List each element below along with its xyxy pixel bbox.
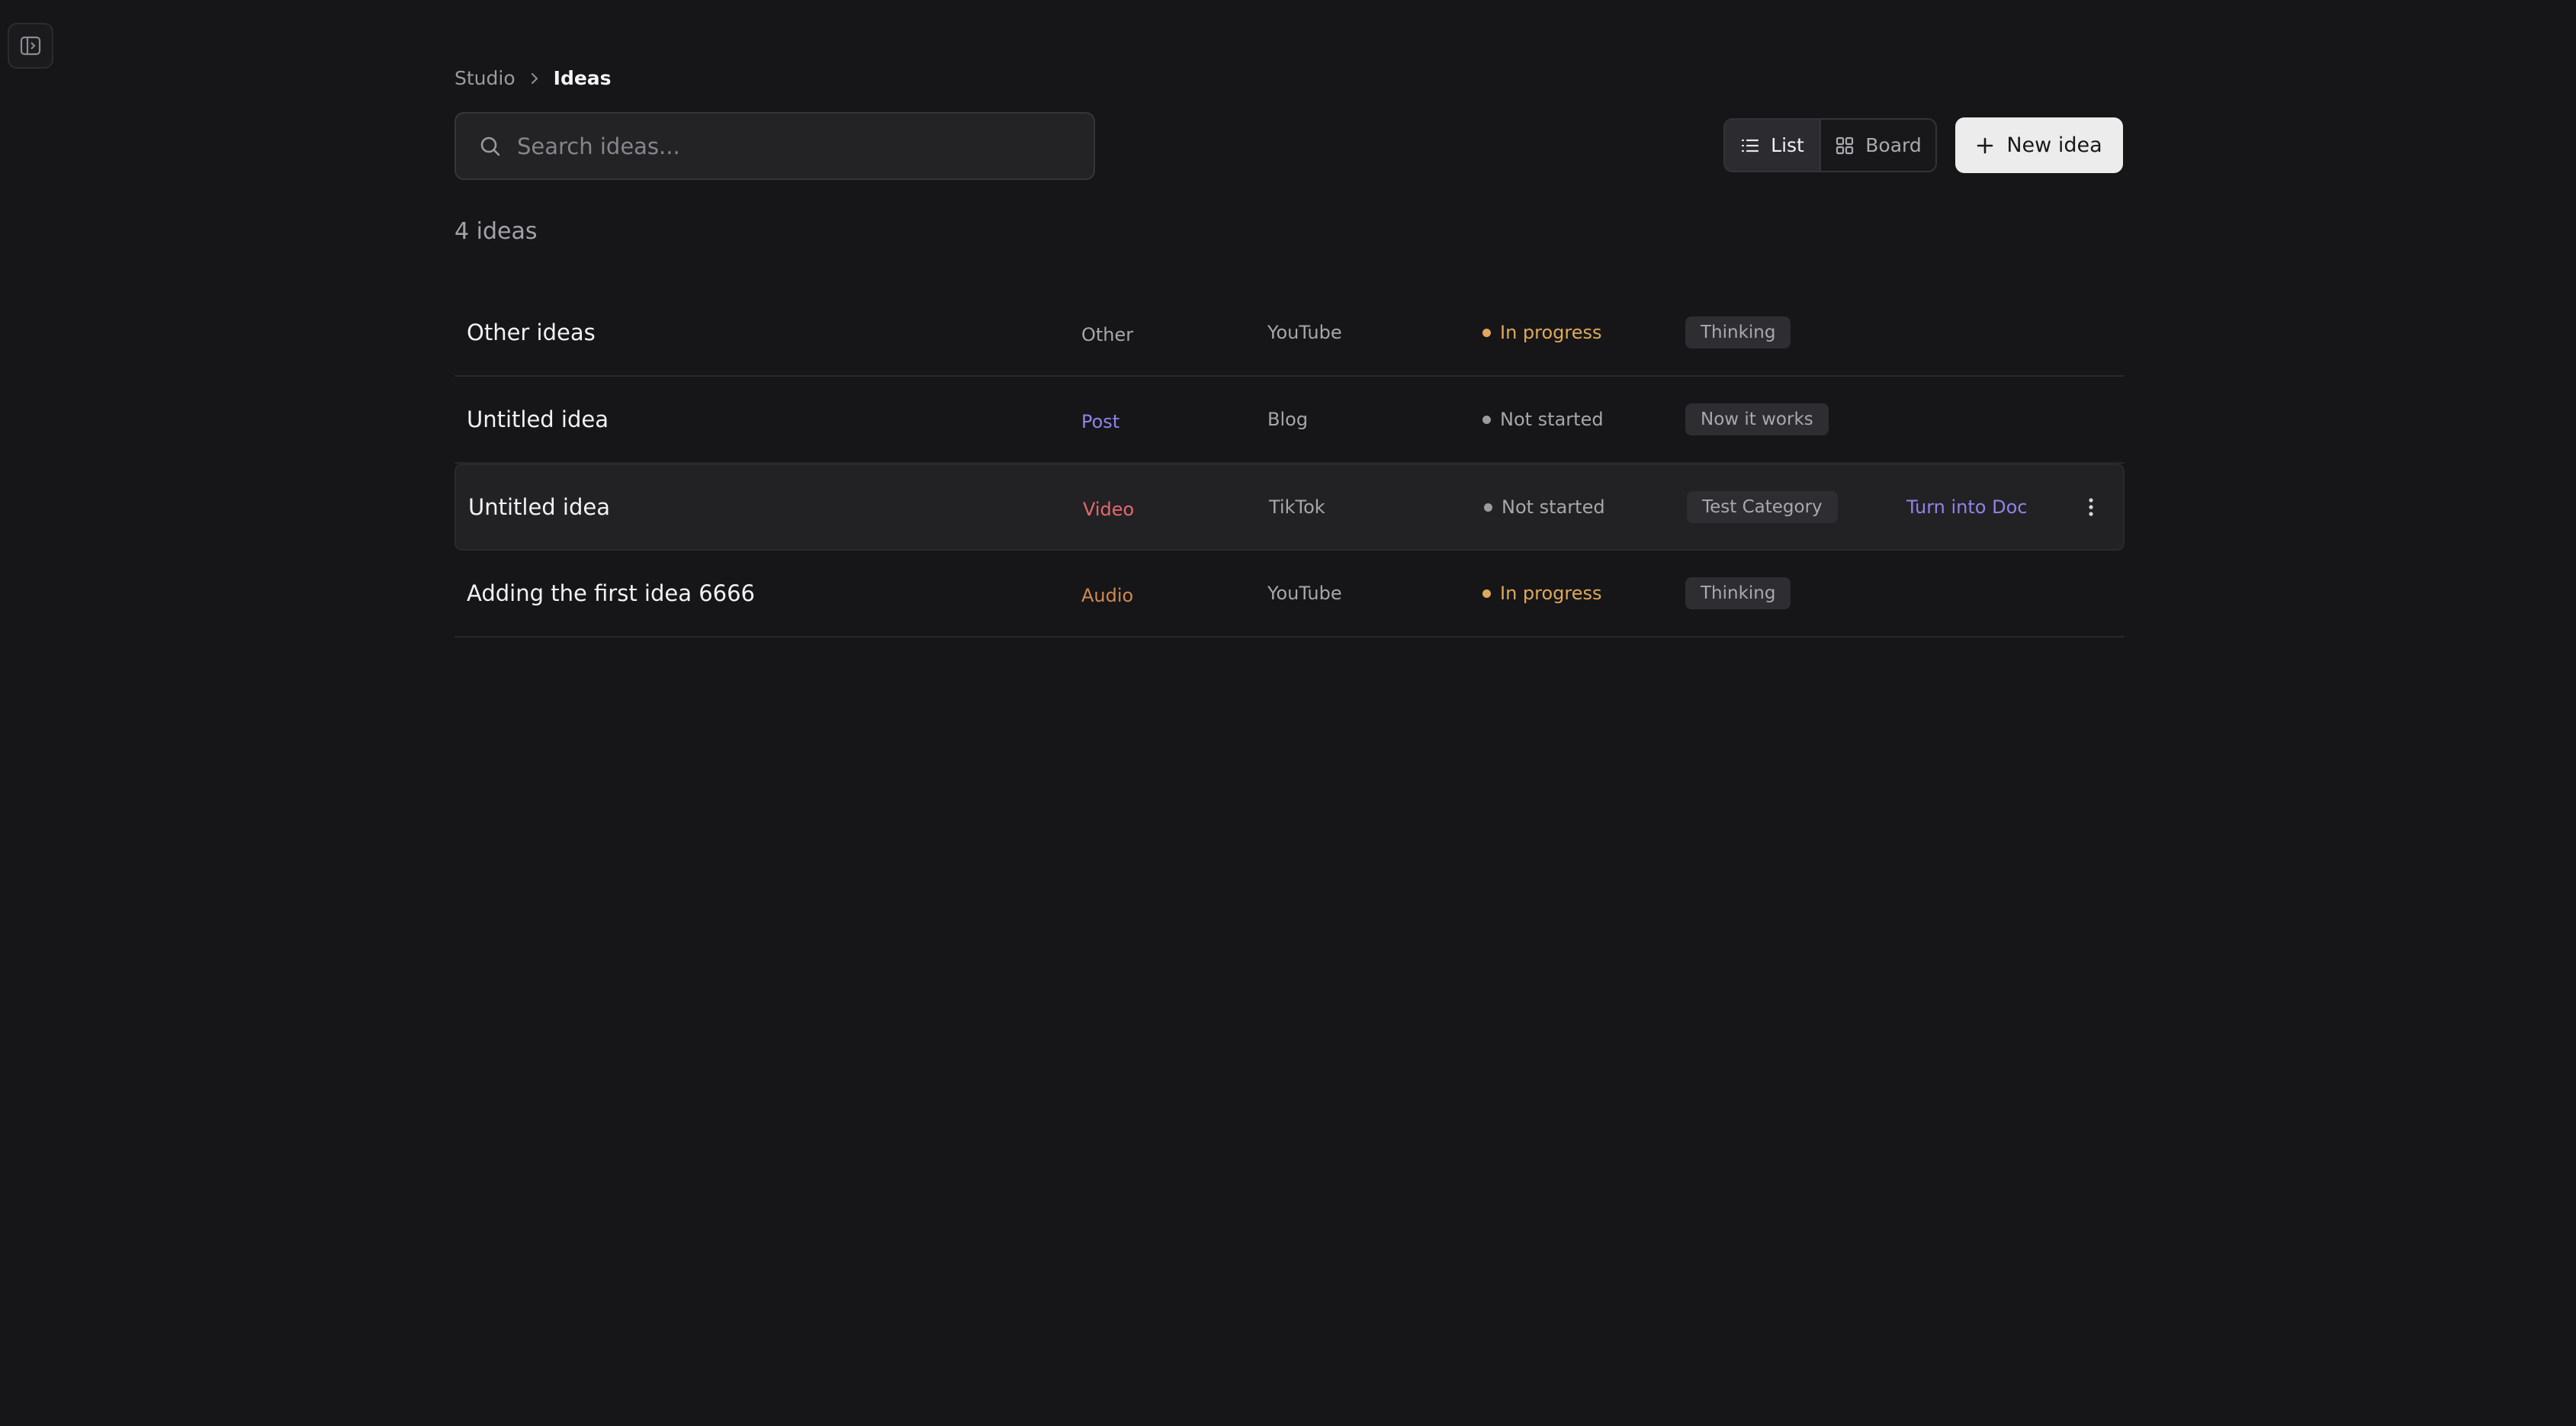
idea-status: Not started <box>1484 465 1605 549</box>
idea-platform: YouTube <box>1267 322 1342 343</box>
list-icon <box>1740 136 1760 156</box>
status-dot-icon <box>1482 415 1491 424</box>
idea-type: Audio <box>1081 585 1134 606</box>
idea-status: In progress <box>1482 551 1602 636</box>
new-idea-button[interactable]: New idea <box>1955 117 2123 173</box>
idea-category: Now it works <box>1685 377 1829 462</box>
idea-status-label: In progress <box>1500 322 1602 343</box>
idea-platform: TikTok <box>1269 496 1325 518</box>
idea-category: Thinking <box>1685 551 1791 636</box>
idea-status: In progress <box>1482 290 1602 375</box>
category-badge: Thinking <box>1685 577 1791 609</box>
more-options-button[interactable] <box>2076 465 2106 549</box>
idea-row[interactable]: Untitled idea Post Blog Not started Now … <box>454 377 2125 464</box>
idea-row[interactable]: Adding the first idea 6666 Audio YouTube… <box>454 551 2125 638</box>
idea-type: Other <box>1081 324 1134 345</box>
status-dot-icon <box>1484 503 1492 512</box>
search-input[interactable] <box>517 123 1094 169</box>
idea-status-label: Not started <box>1500 409 1604 430</box>
ideas-count: 4 ideas <box>454 218 538 245</box>
search-icon <box>479 135 502 158</box>
idea-category: Thinking <box>1685 290 1791 375</box>
idea-status: Not started <box>1482 377 1604 462</box>
view-toggle: List Board <box>1723 118 1937 172</box>
chevron-right-icon <box>528 72 541 85</box>
board-grid-icon <box>1835 136 1855 156</box>
category-badge: Test Category <box>1687 491 1838 523</box>
idea-status-label: In progress <box>1500 583 1602 604</box>
more-vertical-icon <box>2088 497 2094 517</box>
idea-platform: Blog <box>1267 409 1309 430</box>
breadcrumb-current: Ideas <box>553 67 612 89</box>
list-view-button[interactable]: List <box>1725 120 1821 171</box>
ideas-list: Other ideas Other YouTube In progress Th… <box>454 290 2125 638</box>
idea-type: Post <box>1081 411 1120 432</box>
idea-row[interactable]: Other ideas Other YouTube In progress Th… <box>454 290 2125 377</box>
plus-icon <box>1976 136 1994 155</box>
sidebar-panel-icon <box>19 34 42 57</box>
status-dot-icon <box>1482 328 1491 337</box>
idea-platform: YouTube <box>1267 583 1342 604</box>
idea-title: Untitled idea <box>468 494 611 520</box>
idea-title: Adding the first idea 6666 <box>467 580 756 606</box>
idea-category: Test Category <box>1687 465 1838 549</box>
board-view-button[interactable]: Board <box>1821 120 1935 171</box>
search-box <box>454 112 1095 180</box>
idea-status-label: Not started <box>1502 496 1605 518</box>
status-dot-icon <box>1482 589 1491 598</box>
category-badge: Thinking <box>1685 316 1791 348</box>
breadcrumb-studio-link[interactable]: Studio <box>454 66 516 92</box>
list-view-label: List <box>1771 134 1804 156</box>
turn-into-doc-link[interactable]: Turn into Doc <box>1906 465 2027 549</box>
new-idea-label: New idea <box>2006 133 2102 157</box>
board-view-label: Board <box>1865 134 1922 156</box>
ideas-page: Studio Ideas Search ideas... List Board … <box>0 0 2576 1426</box>
idea-title: Untitled idea <box>467 406 609 432</box>
idea-title: Other ideas <box>467 320 596 345</box>
category-badge: Now it works <box>1685 403 1829 435</box>
idea-row[interactable]: Untitled idea Video TikTok Not started T… <box>454 464 2125 551</box>
breadcrumb: Studio Ideas <box>454 66 612 92</box>
idea-type: Video <box>1083 499 1135 520</box>
sidebar-toggle-button[interactable] <box>8 23 53 69</box>
